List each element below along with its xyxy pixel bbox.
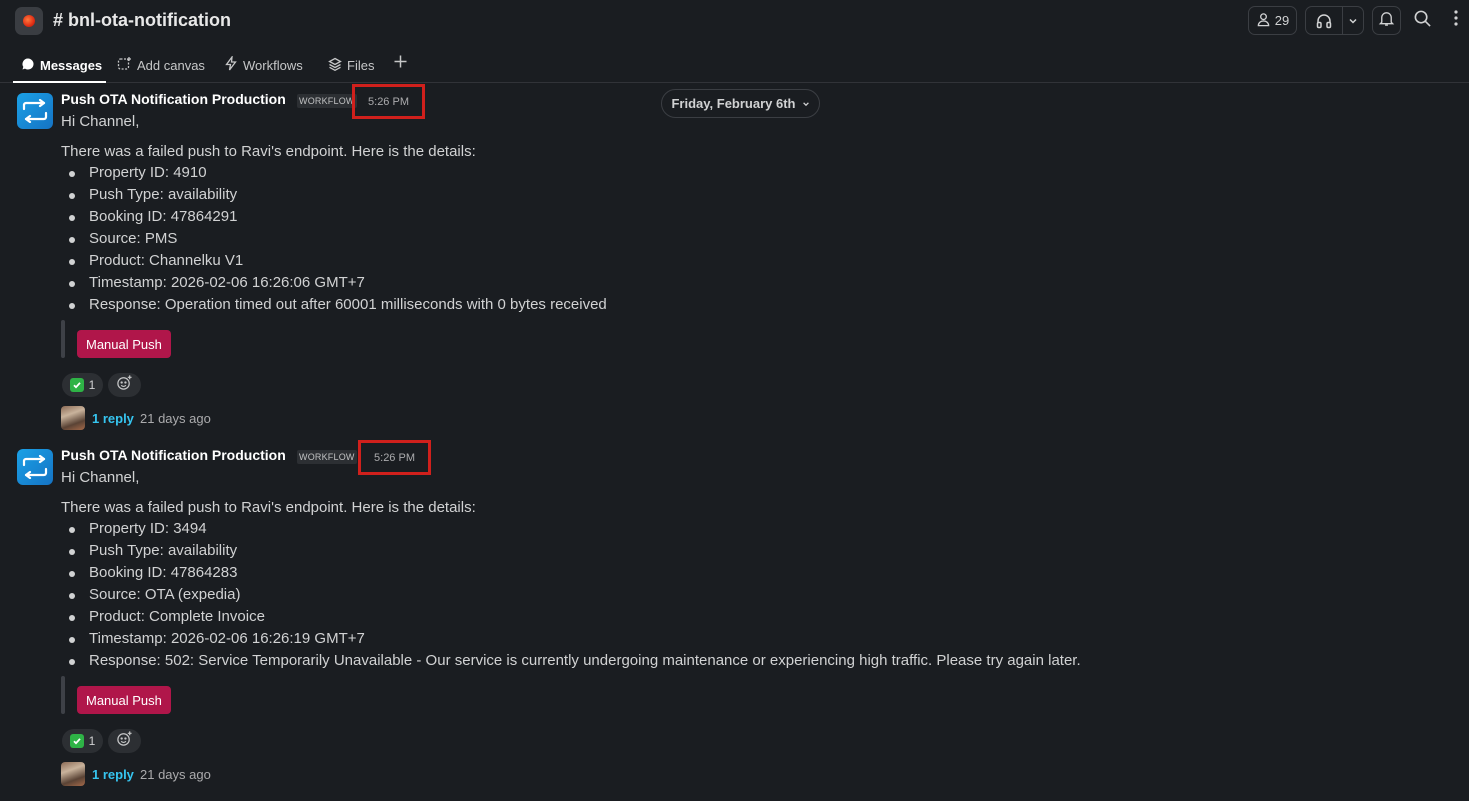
details-list: Property ID: 3494 Push Type: availabilit… <box>61 518 1081 672</box>
list-item: Source: OTA (expedia) <box>61 584 1081 606</box>
list-item: Property ID: 3494 <box>61 518 1081 540</box>
stack-icon <box>328 57 342 74</box>
manual-push-button[interactable]: Manual Push <box>77 686 171 714</box>
sender-name[interactable]: Push OTA Notification Production <box>61 91 286 107</box>
plus-icon <box>393 55 408 73</box>
tab-label: Workflows <box>243 57 303 73</box>
message-intro: There was a failed push to Ravi's endpoi… <box>61 143 476 160</box>
highlight-box: 5:26 PM <box>358 440 431 475</box>
workflow-avatar[interactable] <box>17 93 53 129</box>
members-button[interactable]: 29 <box>1248 6 1297 35</box>
search-button[interactable] <box>1408 6 1437 35</box>
workflow-badge: WORKFLOW <box>297 94 357 108</box>
channel-name[interactable]: # bnl-ota-notification <box>53 10 231 31</box>
message-time[interactable]: 5:26 PM <box>368 96 409 108</box>
reply-user-avatar[interactable] <box>61 762 85 786</box>
message-greeting: Hi Channel, <box>61 469 140 486</box>
checkmark-icon <box>69 378 84 392</box>
list-item: Push Type: availability <box>61 184 607 206</box>
reaction-checkmark[interactable]: 1 <box>62 373 103 397</box>
reply-user-avatar[interactable] <box>61 406 85 430</box>
message-bubble-icon <box>21 57 35 74</box>
add-emoji-icon <box>116 374 133 396</box>
lightning-icon <box>224 54 238 74</box>
tab-files[interactable]: Files <box>328 48 374 82</box>
list-item: Push Type: availability <box>61 540 1081 562</box>
workflow-badge: WORKFLOW <box>297 450 357 464</box>
checkmark-icon <box>69 734 84 748</box>
search-icon <box>1413 9 1432 33</box>
tab-label: Files <box>347 57 375 73</box>
date-label: Friday, February 6th <box>671 96 796 111</box>
chevron-down-icon[interactable] <box>1343 7 1363 34</box>
reply-link[interactable]: 1 reply <box>92 411 134 426</box>
details-list: Property ID: 4910 Push Type: availabilit… <box>61 162 607 316</box>
channel-header: # bnl-ota-notification 29 <box>0 0 1469 44</box>
message-greeting: Hi Channel, <box>61 113 140 130</box>
highlight-box: 5:26 PM <box>352 84 425 119</box>
sender-name[interactable]: Push OTA Notification Production <box>61 447 286 463</box>
person-icon <box>1256 12 1271 30</box>
vertical-dots-icon <box>1454 10 1458 31</box>
reply-link[interactable]: 1 reply <box>92 767 134 782</box>
list-item: Product: Channelku V1 <box>61 250 607 272</box>
list-item: Response: Operation timed out after 6000… <box>61 294 607 316</box>
headphones-icon[interactable] <box>1306 7 1343 34</box>
chevron-down-icon <box>802 96 810 111</box>
list-item: Booking ID: 47864283 <box>61 562 1081 584</box>
list-item: Booking ID: 47864291 <box>61 206 607 228</box>
message-time[interactable]: 5:26 PM <box>374 452 415 464</box>
reaction-count: 1 <box>88 378 96 392</box>
canvas-icon <box>117 56 132 74</box>
list-item: Product: Complete Invoice <box>61 606 1081 628</box>
tab-label: Messages <box>40 57 103 73</box>
more-options-button[interactable] <box>1446 6 1466 35</box>
message-intro: There was a failed push to Ravi's endpoi… <box>61 499 476 516</box>
list-item: Source: PMS <box>61 228 607 250</box>
notifications-button[interactable] <box>1372 6 1401 35</box>
reply-time: 21 days ago <box>140 411 211 426</box>
bell-icon <box>1378 10 1395 32</box>
tab-workflows[interactable]: Workflows <box>224 48 303 82</box>
channel-logo[interactable] <box>15 7 43 35</box>
tab-messages[interactable]: Messages <box>12 48 107 83</box>
list-item: Timestamp: 2026-02-06 16:26:19 GMT+7 <box>61 628 1081 650</box>
tab-add-canvas[interactable]: Add canvas <box>117 48 205 82</box>
tab-label: Add canvas <box>137 57 205 73</box>
member-count: 29 <box>1274 13 1290 28</box>
reply-time: 21 days ago <box>140 767 211 782</box>
attachment-divider <box>61 676 65 714</box>
add-tab-button[interactable] <box>393 54 409 72</box>
list-item: Response: 502: Service Temporarily Unava… <box>61 650 1081 672</box>
list-item: Property ID: 4910 <box>61 162 607 184</box>
manual-push-button[interactable]: Manual Push <box>77 330 171 358</box>
workflow-avatar[interactable] <box>17 449 53 485</box>
add-emoji-icon <box>116 730 133 752</box>
channel-tabs: Messages Add canvas Workflows Files <box>0 48 1469 83</box>
list-item: Timestamp: 2026-02-06 16:26:06 GMT+7 <box>61 272 607 294</box>
huddle-button[interactable] <box>1305 6 1364 35</box>
reaction-count: 1 <box>88 734 96 748</box>
attachment-divider <box>61 320 65 358</box>
date-divider[interactable]: Friday, February 6th <box>661 89 820 118</box>
reaction-checkmark[interactable]: 1 <box>62 729 103 753</box>
add-reaction-button[interactable] <box>108 373 141 397</box>
add-reaction-button[interactable] <box>108 729 141 753</box>
